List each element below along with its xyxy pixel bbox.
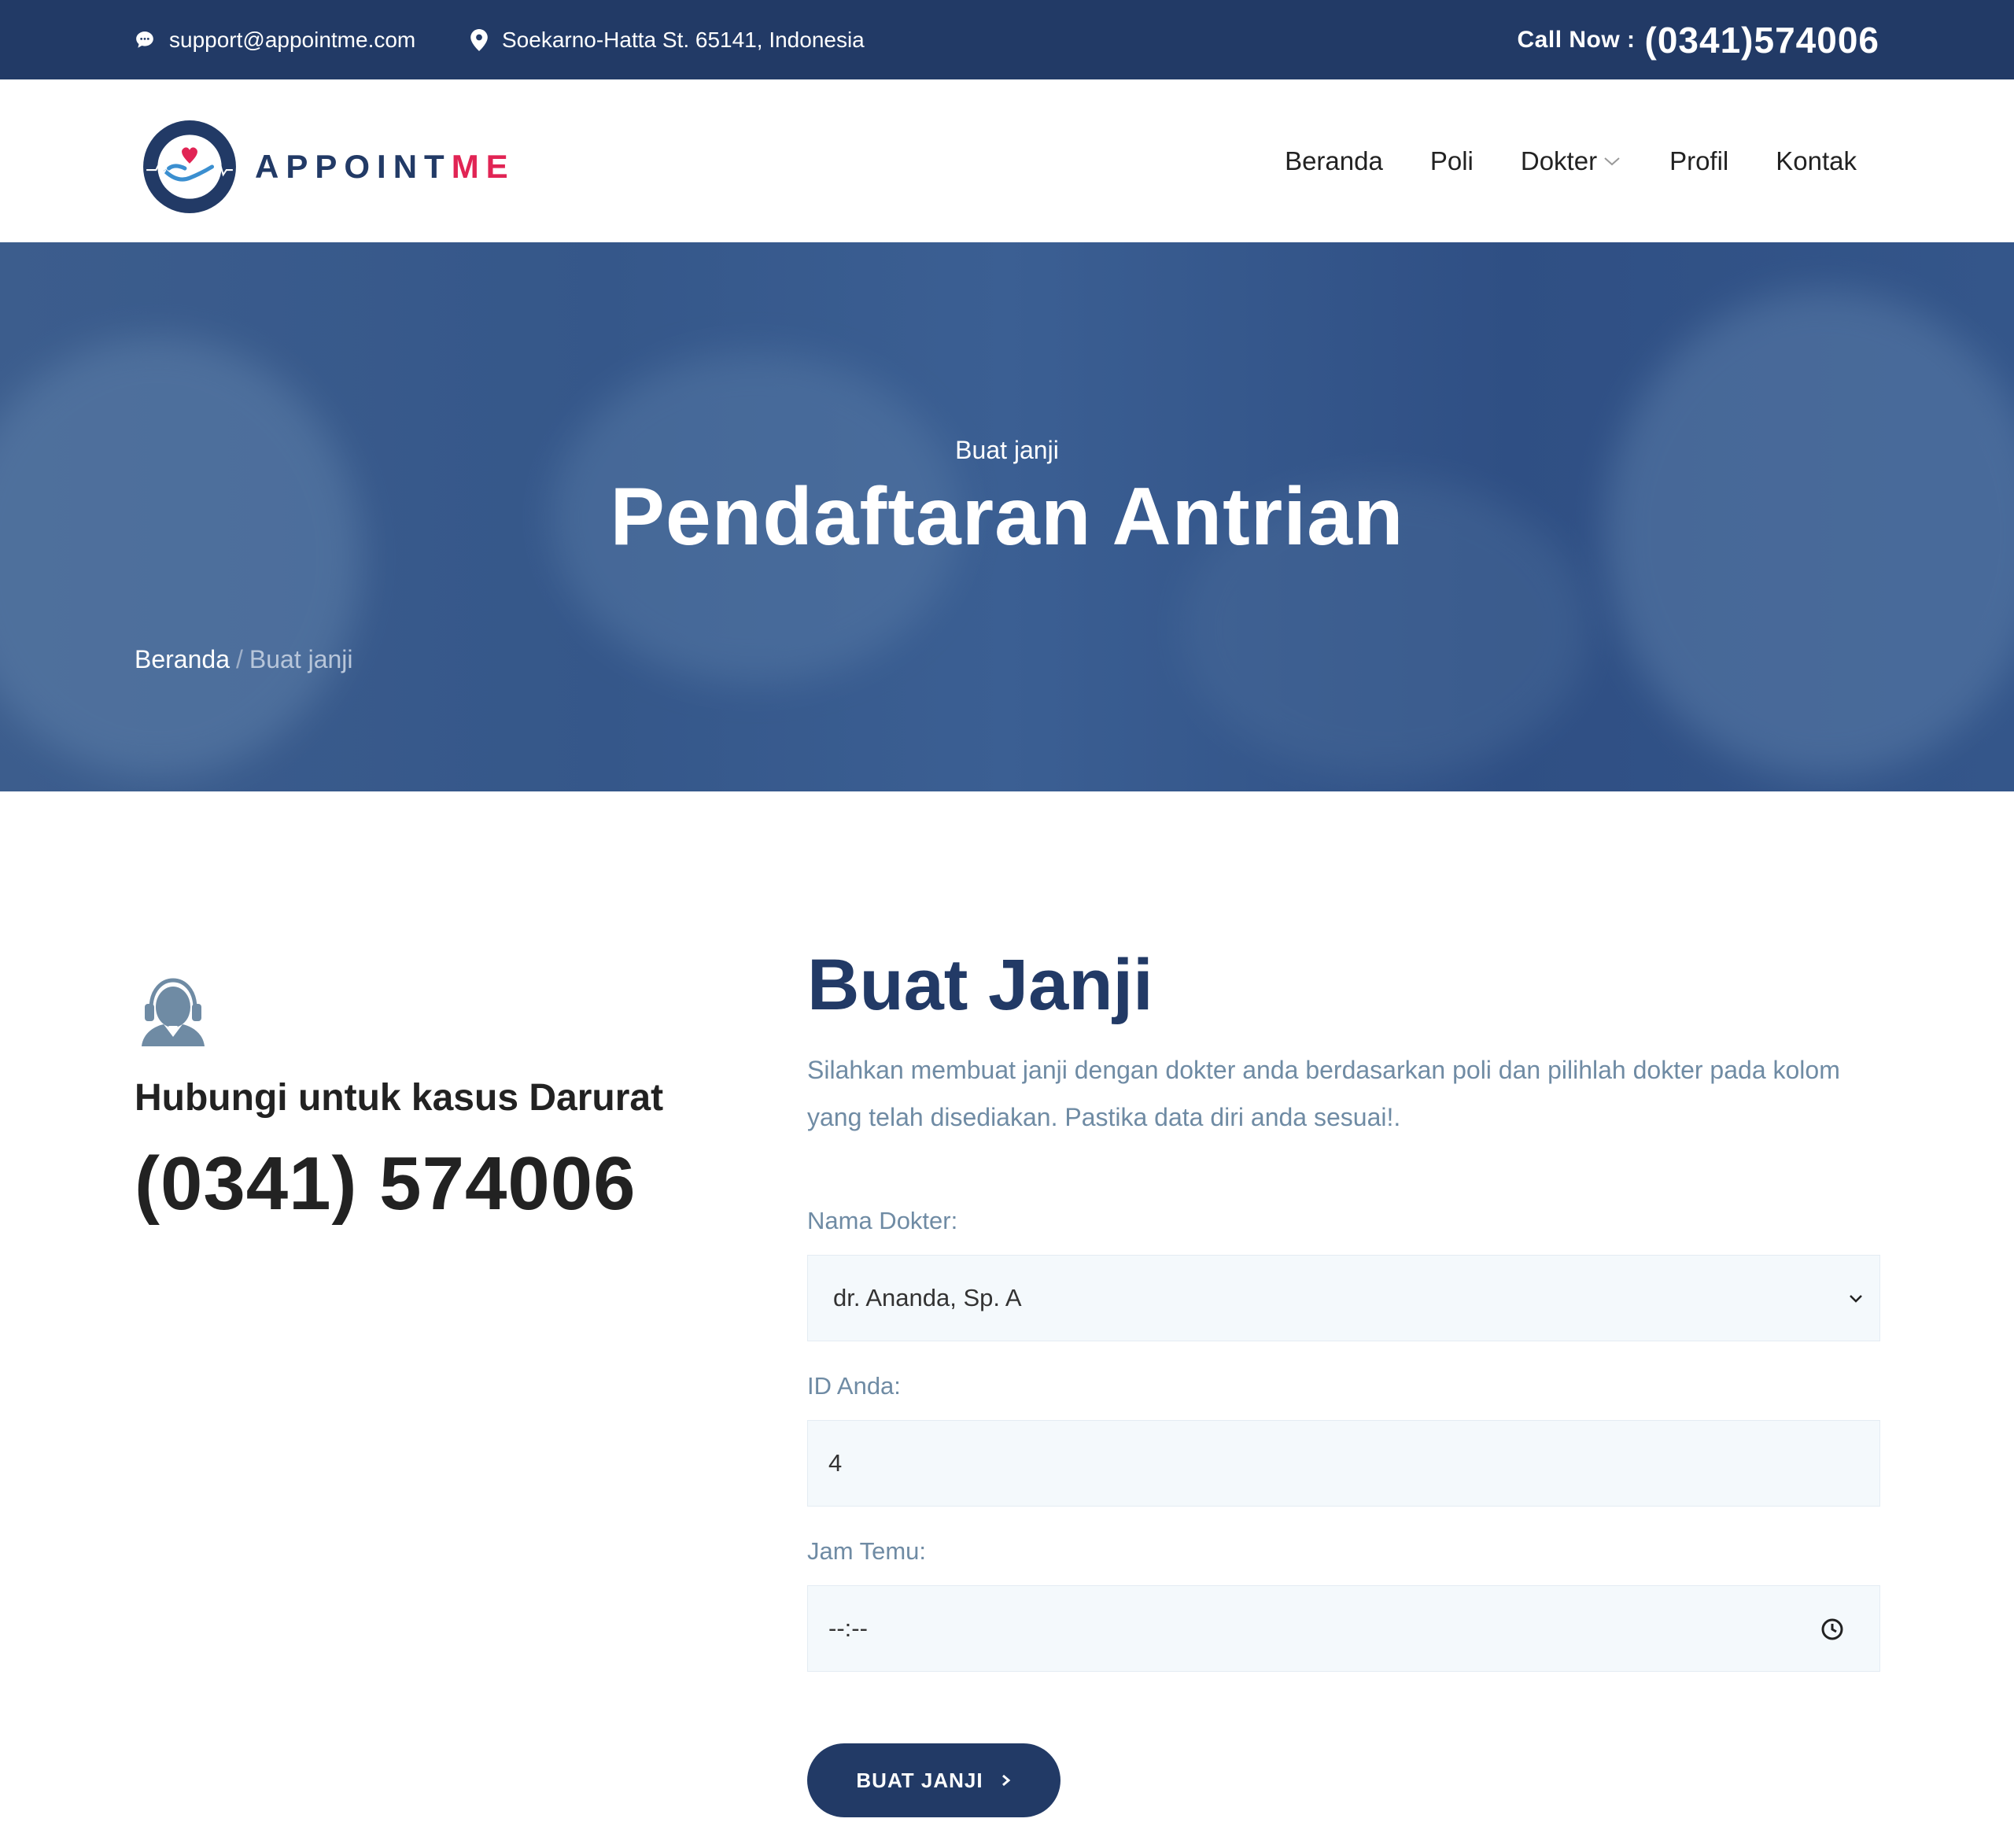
form-title: Buat Janji: [807, 945, 1153, 1025]
contact-address: Soekarno-Hatta St. 65141, Indonesia: [470, 0, 865, 79]
breadcrumb-current: Buat janji: [249, 645, 353, 673]
doctor-select[interactable]: dr. Ananda, Sp. A: [807, 1255, 1880, 1341]
address-text: Soekarno-Hatta St. 65141, Indonesia: [502, 27, 865, 52]
chevron-right-icon: [1001, 1774, 1010, 1787]
breadcrumb-separator: /: [235, 645, 243, 673]
nav-profil[interactable]: Profil: [1669, 146, 1728, 176]
support-agent-icon: [142, 978, 205, 1046]
nav-dokter-label: Dokter: [1520, 146, 1598, 175]
submit-appointment-button[interactable]: BUAT JANJI: [807, 1743, 1060, 1817]
call-now-number: (0341)574006: [1644, 19, 1879, 61]
emergency-heading: Hubungi untuk kasus Darurat: [135, 1077, 664, 1119]
clock-icon[interactable]: [1820, 1617, 1845, 1642]
contact-email[interactable]: support@appointme.com: [135, 0, 415, 79]
nav-poli[interactable]: Poli: [1430, 146, 1474, 176]
nav-kontak[interactable]: Kontak: [1776, 146, 1857, 176]
nav-dokter[interactable]: Dokter: [1521, 146, 1622, 176]
main-nav: Beranda Poli Dokter Profil Kontak: [1285, 79, 1857, 242]
page-hero: Buat janji Pendaftaran Antrian Beranda / B…: [0, 242, 2014, 791]
brand-name-main: APPOINT: [255, 148, 452, 185]
emergency-phone[interactable]: (0341) 574006: [135, 1141, 636, 1227]
map-pin-icon: [470, 28, 488, 51]
hero-subtitle: Buat janji: [955, 436, 1059, 464]
email-text: support@appointme.com: [169, 27, 416, 52]
breadcrumb-home[interactable]: Beranda: [135, 645, 230, 673]
doctor-label: Nama Dokter:: [807, 1207, 958, 1234]
brand-wordmark: APPOINTME: [255, 148, 515, 186]
nav-beranda[interactable]: Beranda: [1285, 146, 1383, 176]
medical-badge-logo: [143, 120, 236, 213]
select-chevron-icon: [1850, 1295, 1862, 1303]
submit-label: BUAT JANJI: [856, 1768, 983, 1792]
patient-id-value: 4: [828, 1449, 843, 1477]
chevron-down-icon: [1604, 157, 1620, 165]
breadcrumb: Beranda / Buat janji: [135, 645, 353, 674]
page-title: Pendaftaran Antrian: [610, 471, 1404, 563]
site-header: APPOINTME Beranda Poli Dokter Profil Kon…: [0, 79, 2014, 242]
top-bar: support@appointme.com Soekarno-Hatta St.…: [0, 0, 2014, 79]
brand-logo[interactable]: APPOINTME: [142, 119, 515, 215]
call-now[interactable]: Call Now : (0341)574006: [1518, 0, 1879, 79]
appointment-time-input[interactable]: --:--: [807, 1585, 1880, 1672]
id-label: ID Anda:: [807, 1372, 901, 1400]
time-value: --:--: [828, 1614, 868, 1642]
doctor-select-value: dr. Ananda, Sp. A: [833, 1284, 1022, 1311]
time-label: Jam Temu:: [807, 1537, 927, 1565]
brand-name-accent: ME: [451, 148, 515, 185]
form-description: Silahkan membuat janji dengan dokter and…: [807, 1056, 1840, 1131]
chat-bubble-icon: [136, 31, 153, 48]
patient-id-input[interactable]: 4: [807, 1420, 1880, 1507]
call-now-label: Call Now :: [1517, 26, 1636, 53]
